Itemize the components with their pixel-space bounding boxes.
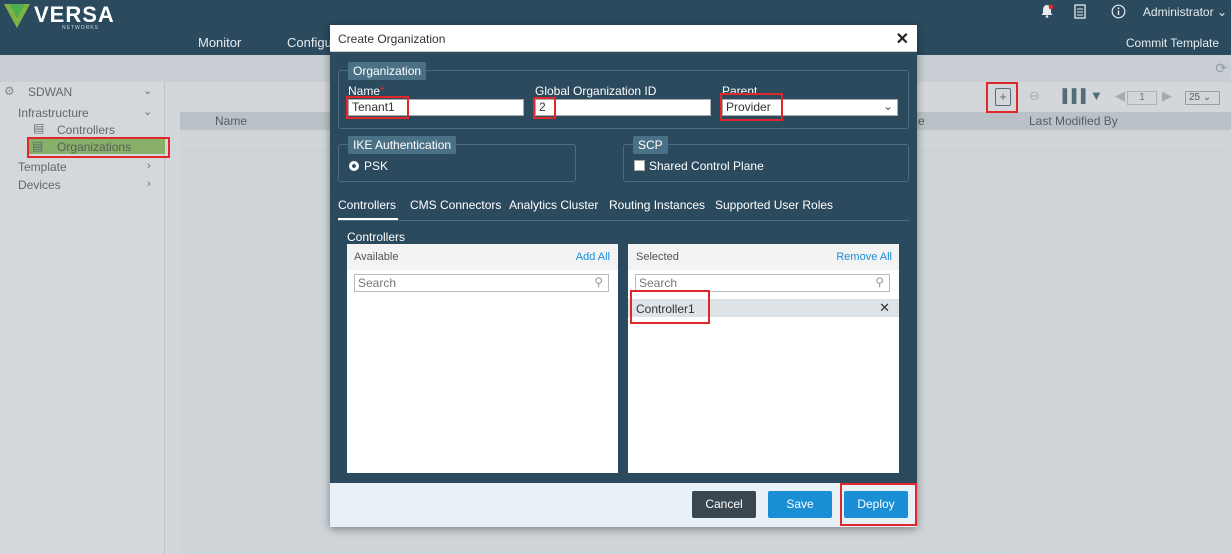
organization-legend: Organization <box>348 62 427 80</box>
psk-label: PSK <box>364 159 389 173</box>
nav-monitor[interactable]: Monitor <box>198 35 241 50</box>
highlight-organizations <box>27 137 170 158</box>
available-search-input[interactable]: Search ⚲ <box>354 274 609 292</box>
bell-icon[interactable] <box>1040 4 1054 21</box>
controllers-section-label: Controllers <box>347 230 406 244</box>
dialog-title: Create Organization <box>338 32 446 46</box>
psk-radio[interactable] <box>349 161 359 171</box>
global-org-id-label: Global Organization ID <box>535 84 657 98</box>
available-panel: Available Add All Search ⚲ <box>347 244 618 473</box>
tab-routing-instances[interactable]: Routing Instances <box>609 198 705 212</box>
available-title: Available <box>354 251 399 263</box>
info-icon[interactable] <box>1111 4 1126 22</box>
highlight-deploy-button <box>840 483 917 526</box>
search-icon: ⚲ <box>594 275 603 289</box>
highlight-org-id-input <box>533 97 556 119</box>
selected-panel: Selected Remove All Search ⚲ Controller1… <box>628 244 899 473</box>
document-icon[interactable] <box>1074 4 1086 22</box>
global-org-id-input[interactable]: 2 <box>535 99 711 116</box>
chevron-down-icon: ⌄ <box>1216 5 1227 19</box>
create-organization-dialog: Create Organization ✕ Organization Name*… <box>330 25 917 527</box>
tab-controllers[interactable]: Controllers <box>338 198 396 212</box>
ike-legend: IKE Authentication <box>348 136 457 154</box>
highlight-selected-controller <box>630 290 710 324</box>
available-search-placeholder: Search <box>358 276 397 290</box>
dialog-header: Create Organization ✕ <box>330 25 917 52</box>
tab-divider <box>338 220 909 221</box>
highlight-name-input <box>346 96 409 119</box>
versa-logo-icon <box>4 4 30 28</box>
highlight-parent-select <box>720 93 783 121</box>
tab-active-indicator <box>338 218 398 220</box>
selected-search-placeholder: Search <box>639 276 678 290</box>
admin-menu[interactable]: Administrator ⌄ <box>1143 5 1227 19</box>
scp-label: Shared Control Plane <box>649 159 764 173</box>
nav-configuration[interactable]: Configu <box>287 35 332 50</box>
brand-sub: NETWORKS <box>62 25 99 31</box>
admin-label: Administrator <box>1142 5 1214 19</box>
close-icon[interactable]: ✕ <box>896 29 909 49</box>
search-icon: ⚲ <box>875 275 884 289</box>
save-button[interactable]: Save <box>768 491 832 518</box>
chevron-down-icon: ⌄ <box>882 99 893 113</box>
scp-legend: SCP <box>633 136 668 154</box>
versa-logo: VERSA NETWORKS <box>4 2 115 31</box>
dialog-footer: Cancel Save Deploy <box>330 483 917 527</box>
selected-title: Selected <box>636 251 679 263</box>
brand-name: VERSA <box>34 2 115 27</box>
tab-cms-connectors[interactable]: CMS Connectors <box>410 198 501 212</box>
commit-template-link[interactable]: Commit Template <box>1126 36 1219 50</box>
available-header: Available Add All <box>347 244 618 270</box>
selected-header: Selected Remove All <box>628 244 899 270</box>
tab-supported-user-roles[interactable]: Supported User Roles <box>715 198 833 212</box>
remove-item-icon[interactable]: ✕ <box>879 300 890 316</box>
scp-checkbox[interactable] <box>634 160 645 171</box>
add-all-link[interactable]: Add All <box>576 251 610 263</box>
tab-analytics-cluster[interactable]: Analytics Cluster <box>509 198 598 212</box>
remove-all-link[interactable]: Remove All <box>836 251 892 263</box>
highlight-add-button <box>986 82 1018 113</box>
cancel-button[interactable]: Cancel <box>692 491 756 518</box>
